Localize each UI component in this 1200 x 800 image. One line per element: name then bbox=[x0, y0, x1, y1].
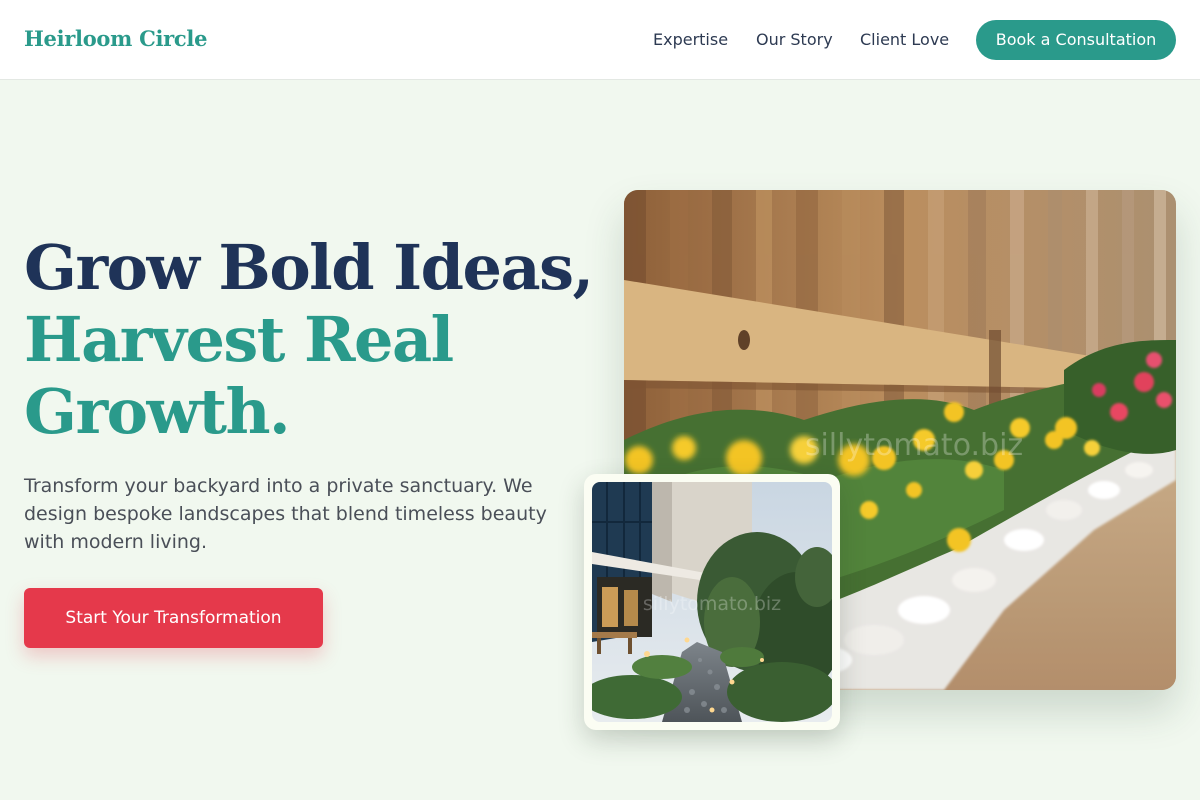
hero-headline: Grow Bold Ideas, Harvest Real Growth. bbox=[24, 231, 594, 448]
nav-link-client-love[interactable]: Client Love bbox=[860, 30, 949, 49]
headline-line-2: Harvest Real bbox=[24, 303, 454, 376]
inset-image-frame: sillytomato.biz bbox=[584, 474, 840, 730]
book-consultation-button[interactable]: Book a Consultation bbox=[976, 20, 1176, 60]
brand-logo[interactable]: Heirloom Circle bbox=[24, 26, 207, 51]
start-transformation-button[interactable]: Start Your Transformation bbox=[24, 588, 323, 648]
main-image-watermark: sillytomato.biz bbox=[805, 428, 1023, 463]
headline-line-1: Grow Bold Ideas, bbox=[24, 231, 594, 304]
top-navbar: Heirloom Circle Expertise Our Story Clie… bbox=[0, 0, 1200, 80]
nav-link-expertise[interactable]: Expertise bbox=[653, 30, 728, 49]
nav-link-our-story[interactable]: Our Story bbox=[756, 30, 833, 49]
hero-description: Transform your backyard into a private s… bbox=[24, 475, 547, 553]
inset-image-watermark: sillytomato.biz bbox=[643, 593, 781, 615]
courtyard-garden-image: sillytomato.biz bbox=[592, 482, 832, 722]
headline-line-3: Growth. bbox=[24, 375, 291, 448]
